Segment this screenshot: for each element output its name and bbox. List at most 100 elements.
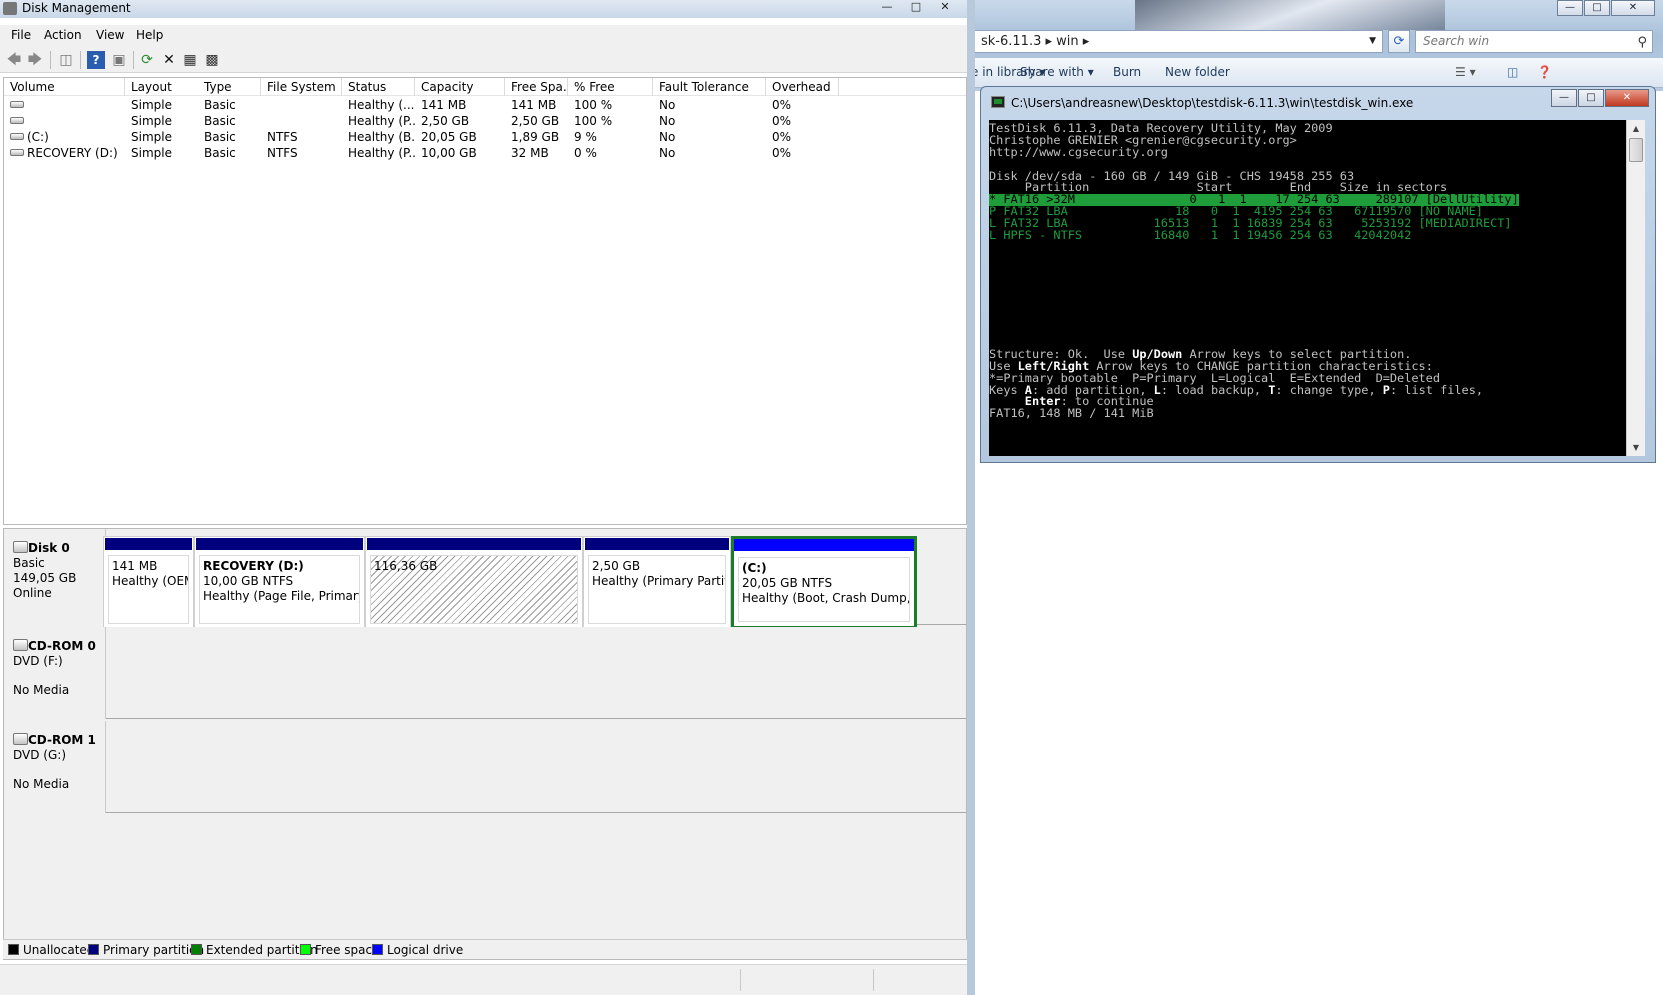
partition-details: (C:) 20,05 GB NTFS Healthy (Boot, Crash … xyxy=(738,557,910,622)
cdrom-0-label[interactable]: CD-ROM 0 DVD (F:) No Media xyxy=(4,627,106,719)
volume-cell: Basic xyxy=(204,98,236,112)
partition-c-drive[interactable]: (C:) 20,05 GB NTFS Healthy (Boot, Crash … xyxy=(731,536,917,629)
back-arrow-icon[interactable]: 🡄 xyxy=(5,51,23,69)
terminal-output[interactable]: TestDisk 6.11.3, Data Recovery Utility, … xyxy=(989,120,1626,456)
volume-cell: 10,00 GB xyxy=(421,146,477,160)
volume-row[interactable]: Simple Basic Healthy (P... 2,50 GB 2,50 GB 10… xyxy=(4,113,964,129)
volume-row[interactable]: Simple Basic Healthy (... 141 MB 141 MB 100 %… xyxy=(4,97,964,113)
refresh-button[interactable]: ⟳ xyxy=(1388,30,1410,53)
search-input[interactable]: Search win ⚲ xyxy=(1415,30,1653,53)
partition-status: Healthy (OEM Partition) xyxy=(112,574,188,588)
volume-row[interactable]: (C:) Simple Basic NTFS Healthy (B... 20,05 GB… xyxy=(4,129,964,145)
partition-row[interactable]: L HPFS - NTFS 16840 1 1 19456 254 63 420… xyxy=(989,229,1626,242)
close-button[interactable]: ✕ xyxy=(1611,0,1655,16)
maximize-button[interactable]: □ xyxy=(1584,0,1610,16)
scroll-up-icon[interactable]: ▲ xyxy=(1627,120,1645,137)
chevron-down-icon[interactable]: ▼ xyxy=(1369,31,1376,52)
scroll-down-icon[interactable]: ▼ xyxy=(1627,439,1645,456)
partition-details: 141 MB Healthy (OEM Partition) xyxy=(108,555,189,624)
legend-item: Primary partition xyxy=(88,943,204,957)
help-icon[interactable]: ❓ xyxy=(1537,65,1552,79)
view-options-icon[interactable]: ☰ ▾ xyxy=(1455,65,1476,79)
legend-item: Logical drive xyxy=(372,943,463,957)
disk-management-window: Disk Management — □ ✕ File Action View H… xyxy=(0,0,975,995)
properties-icon[interactable]: ▦ xyxy=(181,51,199,69)
partition-size: 141 MB xyxy=(112,559,158,573)
menu-file[interactable]: File xyxy=(11,28,31,42)
title-bar: Disk Management — □ ✕ xyxy=(0,0,967,18)
new-folder-button[interactable]: New folder xyxy=(1165,65,1230,79)
preview-pane-icon[interactable]: ◫ xyxy=(1507,65,1518,79)
volume-cell: 1,89 GB xyxy=(511,130,560,144)
volume-cell: No xyxy=(659,114,676,128)
column-percent-free[interactable]: % Free xyxy=(568,78,653,96)
menu-bar: File Action View Help xyxy=(0,25,967,47)
column-status[interactable]: Status xyxy=(342,78,415,96)
partition-recovery[interactable]: RECOVERY (D:) 10,00 GB NTFS Healthy (Pag… xyxy=(194,536,365,629)
volume-cell: 0% xyxy=(772,98,792,112)
volume-cell xyxy=(261,113,342,129)
column-type[interactable]: Type xyxy=(198,78,261,96)
minimize-button[interactable]: — xyxy=(1557,0,1583,16)
primary-partition-bar xyxy=(367,538,581,550)
address-bar[interactable]: sk-6.11.3 ▸ win ▸ ▼ xyxy=(975,30,1383,53)
cdrom-0-area[interactable] xyxy=(106,627,966,719)
legend-swatch xyxy=(372,944,383,955)
help-icon[interactable]: ? xyxy=(87,51,105,69)
partition-unallocated[interactable]: 116,36 GB xyxy=(365,536,583,629)
volume-cell: No xyxy=(659,130,676,144)
partition-status: Healthy (Primary Partition) xyxy=(592,574,725,588)
refresh-icon[interactable]: ⟳ xyxy=(138,51,156,69)
partition-primary[interactable]: 2,50 GB Healthy (Primary Partition) xyxy=(583,536,731,629)
console-minimize-button[interactable]: — xyxy=(1551,89,1577,107)
menu-help[interactable]: Help xyxy=(136,28,163,42)
more-properties-icon[interactable]: ▩ xyxy=(203,51,221,69)
console-maximize-button[interactable]: □ xyxy=(1578,89,1604,107)
disk-graphical-view: Disk 0 Basic 149,05 GB Online 141 MB Hea… xyxy=(3,528,967,960)
scroll-thumb[interactable] xyxy=(1629,138,1643,162)
burn-button[interactable]: Burn xyxy=(1113,65,1141,79)
maximize-button[interactable]: □ xyxy=(902,0,930,15)
column-fault-tolerance[interactable]: Fault Tolerance xyxy=(653,78,766,96)
drive-icon xyxy=(10,101,24,108)
show-hide-console-tree-icon[interactable]: ◫ xyxy=(57,51,75,69)
console-close-button[interactable]: ✕ xyxy=(1605,89,1649,107)
disk-type: DVD (F:) xyxy=(13,654,63,668)
minimize-button[interactable]: — xyxy=(873,0,901,15)
volume-cell: 100 % xyxy=(574,114,613,128)
partition-oem[interactable]: 141 MB Healthy (OEM Partition) xyxy=(103,536,194,629)
disk-0-label[interactable]: Disk 0 Basic 149,05 GB Online xyxy=(4,529,106,625)
delete-icon[interactable]: ✕ xyxy=(160,51,178,69)
cd-drive-icon xyxy=(13,639,28,651)
column-volume[interactable]: Volume xyxy=(4,78,125,96)
column-file-system[interactable]: File System xyxy=(261,78,342,96)
window-title: Disk Management xyxy=(22,1,131,15)
share-with-button[interactable]: Share with ▾ xyxy=(1020,65,1094,79)
terminal-scrollbar[interactable]: ▲ ▼ xyxy=(1626,120,1645,456)
close-button[interactable]: ✕ xyxy=(931,0,959,15)
volume-row[interactable]: RECOVERY (D:) Simple Basic NTFS Healthy (P..… xyxy=(4,145,964,161)
column-free-space[interactable]: Free Spa... xyxy=(505,78,568,96)
volume-cell: 0 % xyxy=(574,146,597,160)
volume-cell: Simple xyxy=(131,114,172,128)
legend: Unallocated Primary partition Extended par… xyxy=(3,939,967,959)
volume-cell: Simple xyxy=(131,98,172,112)
disk-type: Basic xyxy=(13,556,45,570)
volume-cell: 20,05 GB xyxy=(421,130,477,144)
properties-pane-icon[interactable]: ▣ xyxy=(110,51,128,69)
volume-cell: 100 % xyxy=(574,98,613,112)
menu-action[interactable]: Action xyxy=(44,28,82,42)
disk-state: No Media xyxy=(13,683,70,697)
search-icon[interactable]: ⚲ xyxy=(1637,32,1647,53)
column-capacity[interactable]: Capacity xyxy=(415,78,505,96)
column-overhead[interactable]: Overhead xyxy=(766,78,839,96)
legend-item: Free space xyxy=(300,943,379,957)
menu-view[interactable]: View xyxy=(96,28,124,42)
cdrom-1-area[interactable] xyxy=(106,721,966,813)
volume-list-header: Volume Layout Type File System Status Ca… xyxy=(4,78,966,96)
disk-name: CD-ROM 1 xyxy=(28,733,96,747)
search-placeholder: Search win xyxy=(1423,34,1490,48)
forward-arrow-icon[interactable]: 🡆 xyxy=(26,51,44,69)
cdrom-1-label[interactable]: CD-ROM 1 DVD (G:) No Media xyxy=(4,721,106,813)
volume-cell: Healthy (P... xyxy=(348,146,415,160)
